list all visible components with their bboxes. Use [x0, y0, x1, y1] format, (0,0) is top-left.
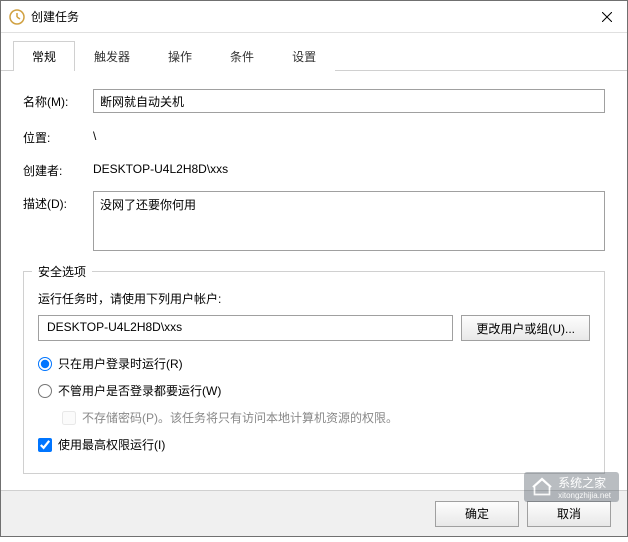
location-value: \	[93, 125, 96, 143]
account-row: DESKTOP-U4L2H8D\xxs 更改用户或组(U)...	[38, 315, 590, 341]
row-author: 创建者: DESKTOP-U4L2H8D\xxs	[23, 158, 605, 179]
security-legend: 安全选项	[32, 263, 92, 280]
app-icon	[9, 9, 25, 25]
tab-actions[interactable]: 操作	[149, 41, 211, 71]
description-input[interactable]	[93, 191, 605, 251]
radio-logged-on-label: 只在用户登录时运行(R)	[58, 355, 183, 372]
radio-logged-on[interactable]	[38, 357, 52, 371]
tab-bar: 常规 触发器 操作 条件 设置	[1, 33, 627, 71]
change-user-button[interactable]: 更改用户或组(U)...	[461, 315, 590, 341]
check-no-password	[62, 411, 76, 425]
run-as-label: 运行任务时，请使用下列用户帐户:	[38, 290, 590, 307]
description-label: 描述(D):	[23, 191, 93, 212]
check-highest-priv-label: 使用最高权限运行(I)	[58, 436, 165, 453]
row-location: 位置: \	[23, 125, 605, 146]
ok-button[interactable]: 确定	[435, 501, 519, 527]
check-highest-priv[interactable]	[38, 438, 52, 452]
radio-logged-on-row[interactable]: 只在用户登录时运行(R)	[38, 355, 590, 372]
row-name: 名称(M):	[23, 89, 605, 113]
check-no-password-label: 不存储密码(P)。该任务将只有访问本地计算机资源的权限。	[82, 409, 398, 426]
tab-general[interactable]: 常规	[13, 41, 75, 71]
close-button[interactable]	[587, 1, 627, 33]
account-display: DESKTOP-U4L2H8D\xxs	[38, 315, 453, 341]
radio-any-user-row[interactable]: 不管用户是否登录都要运行(W)	[38, 382, 590, 399]
dialog-window: 创建任务 常规 触发器 操作 条件 设置 名称(M): 位置: \ 创建者: D…	[0, 0, 628, 537]
radio-any-user[interactable]	[38, 384, 52, 398]
security-fieldset: 安全选项 运行任务时，请使用下列用户帐户: DESKTOP-U4L2H8D\xx…	[23, 263, 605, 474]
window-title: 创建任务	[31, 8, 587, 25]
tab-settings[interactable]: 设置	[273, 41, 335, 71]
author-value: DESKTOP-U4L2H8D\xxs	[93, 158, 228, 176]
cancel-button[interactable]: 取消	[527, 501, 611, 527]
tab-triggers[interactable]: 触发器	[75, 41, 149, 71]
check-highest-priv-row[interactable]: 使用最高权限运行(I)	[38, 436, 590, 453]
row-description: 描述(D):	[23, 191, 605, 251]
footer: 确定 取消	[1, 490, 627, 536]
titlebar: 创建任务	[1, 1, 627, 33]
content-area: 名称(M): 位置: \ 创建者: DESKTOP-U4L2H8D\xxs 描述…	[1, 71, 627, 498]
name-input[interactable]	[93, 89, 605, 113]
author-label: 创建者:	[23, 158, 93, 179]
location-label: 位置:	[23, 125, 93, 146]
name-label: 名称(M):	[23, 89, 93, 110]
check-no-password-row: 不存储密码(P)。该任务将只有访问本地计算机资源的权限。	[62, 409, 590, 426]
radio-any-user-label: 不管用户是否登录都要运行(W)	[58, 382, 221, 399]
tab-conditions[interactable]: 条件	[211, 41, 273, 71]
